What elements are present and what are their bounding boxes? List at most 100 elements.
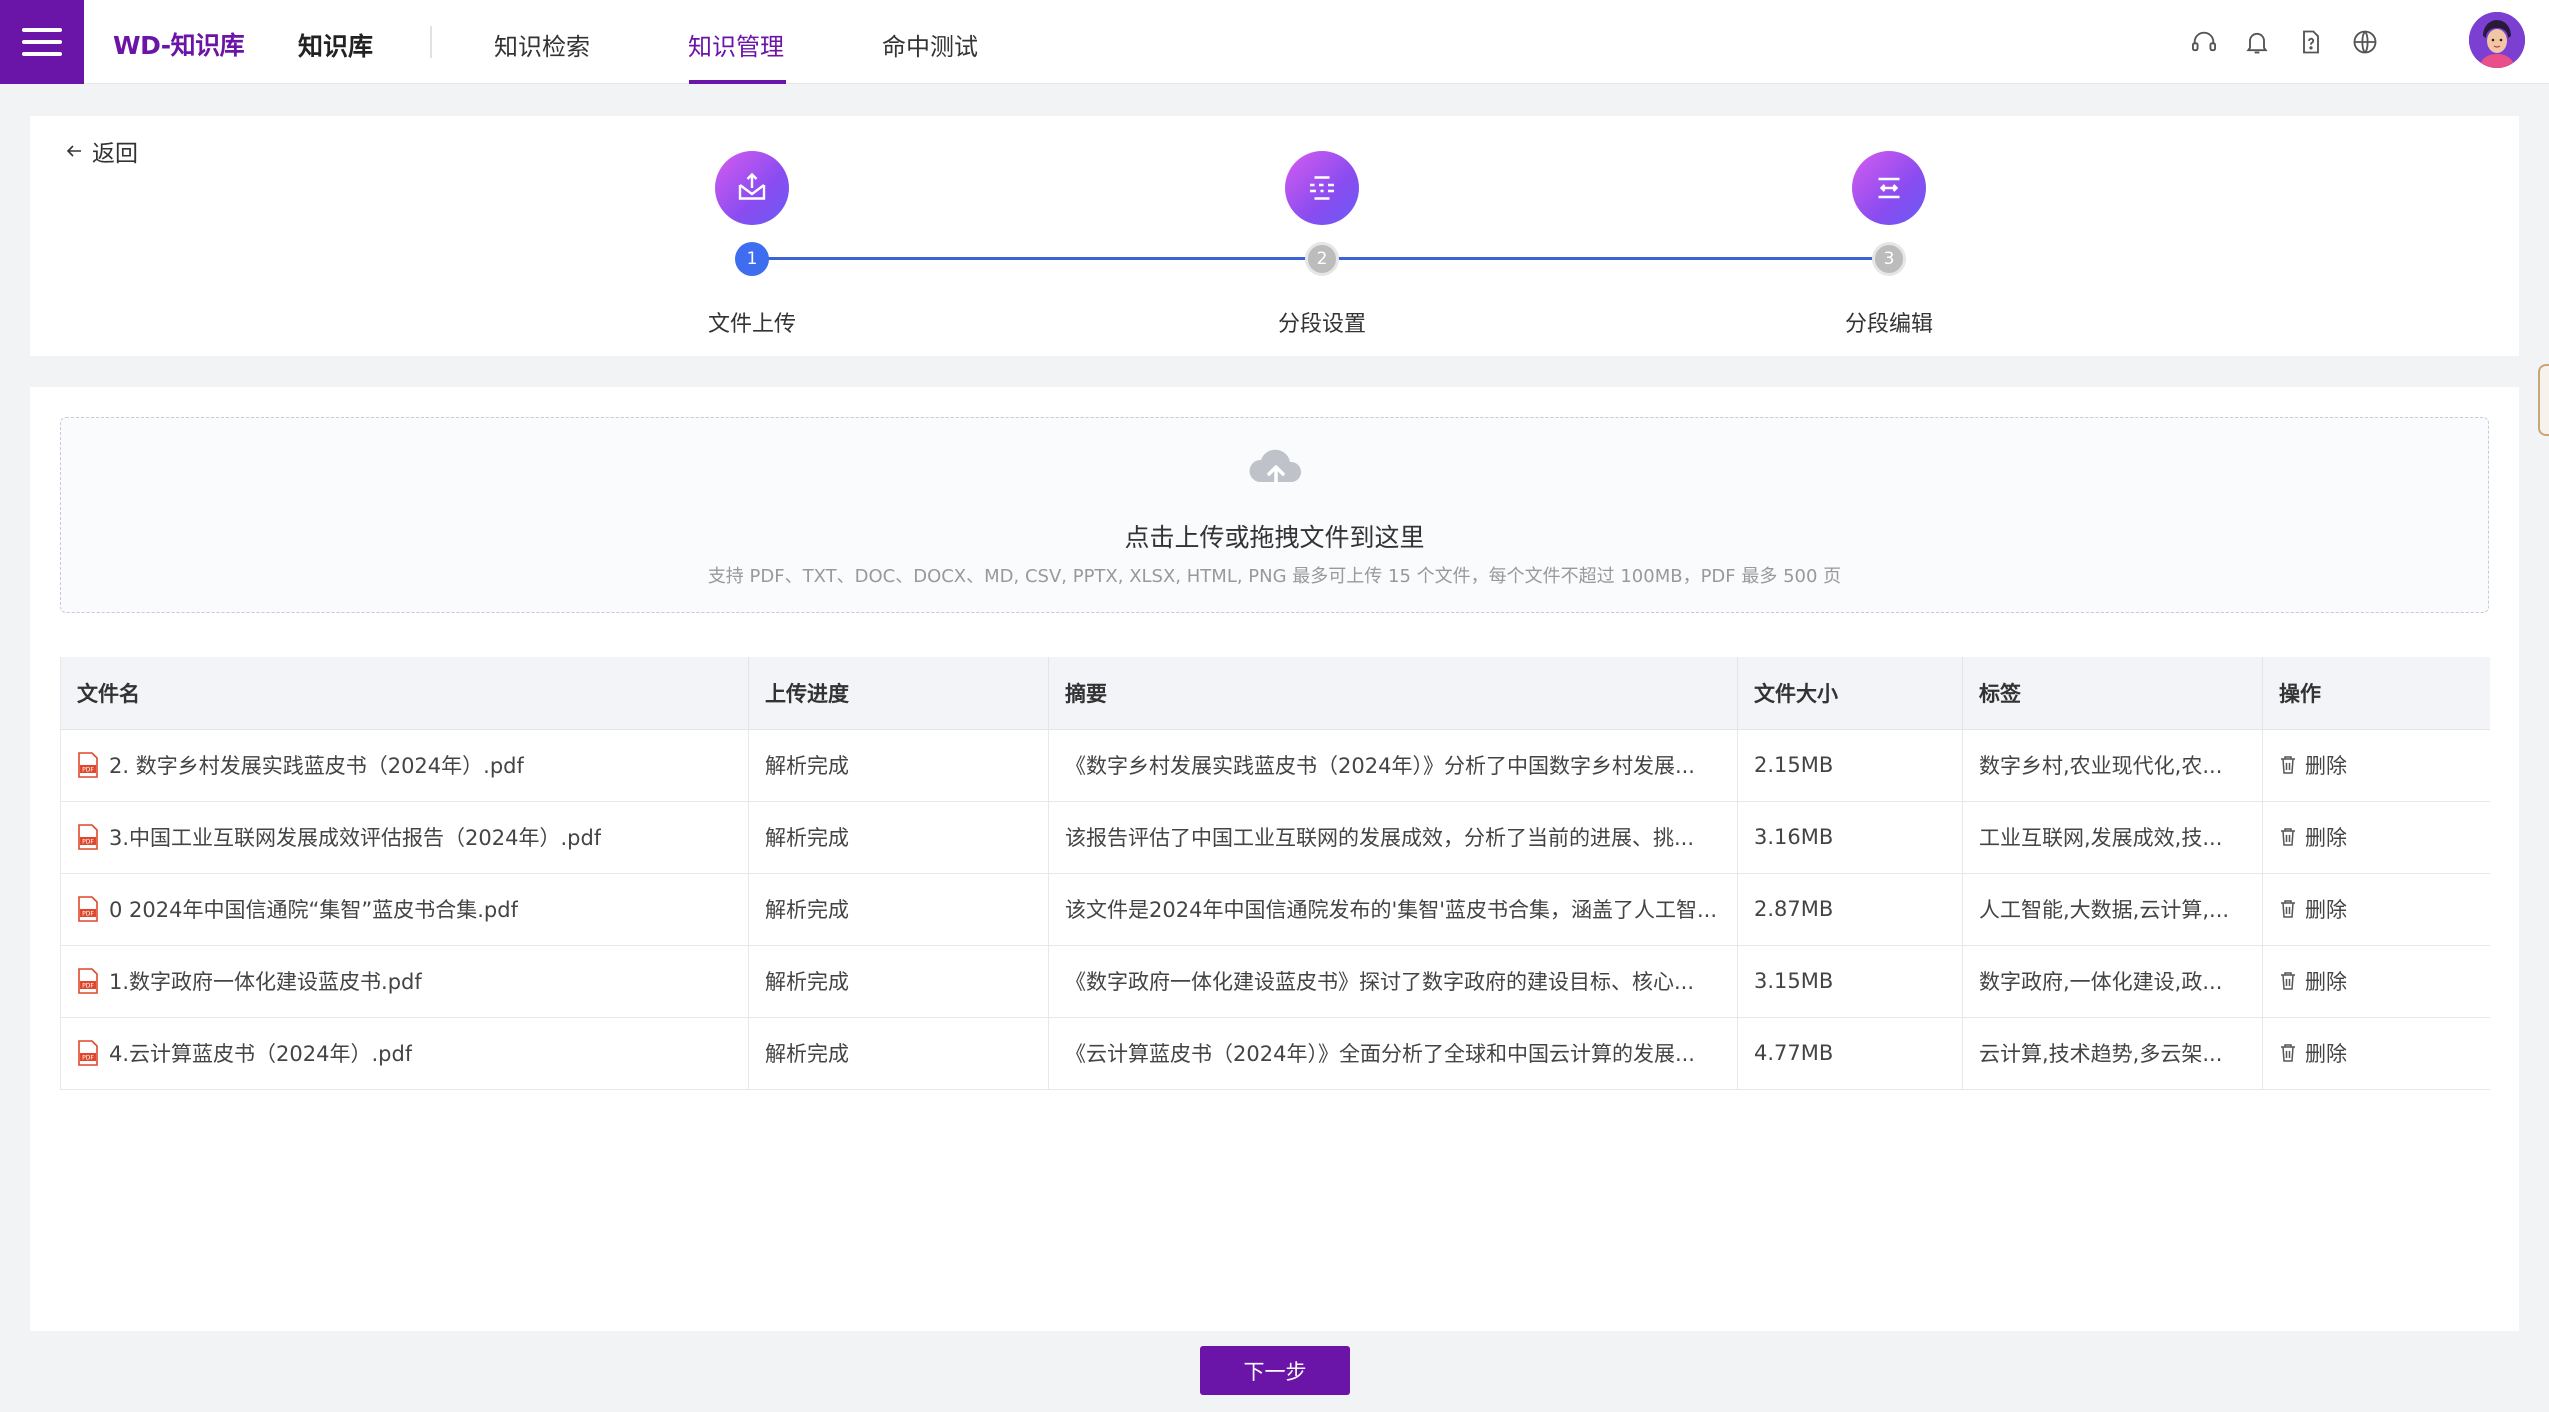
app-name: 知识库	[298, 32, 374, 61]
file-name: 2. 数字乡村发展实践蓝皮书（2024年）.pdf	[109, 754, 524, 778]
step-connector-1-2	[765, 257, 1335, 260]
table-row: PDF 1.数字政府一体化建设蓝皮书.pdf 解析完成 《数字政府一体化建设蓝皮…	[60, 945, 2490, 1018]
tags-cell: 数字乡村,农业现代化,农...	[1962, 729, 2263, 802]
action-cell: 删除	[2262, 873, 2490, 946]
progress-cell: 解析完成	[748, 729, 1049, 802]
summary-cell: 《数字乡村发展实践蓝皮书（2024年）》分析了中国数字乡村发展...	[1048, 729, 1738, 802]
trash-icon	[2281, 900, 2295, 918]
nav-knowledge-management[interactable]: 知识管理	[688, 27, 784, 62]
delete-button[interactable]: 删除	[2279, 966, 2347, 996]
arrow-left-icon	[66, 145, 81, 157]
header-divider	[430, 26, 432, 58]
summary-cell: 该报告评估了中国工业互联网的发展成效，分析了当前的进展、挑...	[1048, 801, 1738, 874]
size-cell: 4.77MB	[1737, 1017, 1963, 1090]
step-connector-2-3	[1335, 257, 1902, 260]
globe-icon[interactable]	[2351, 28, 2379, 56]
size-cell: 2.87MB	[1737, 873, 1963, 946]
action-cell: 删除	[2262, 945, 2490, 1018]
delete-button[interactable]: 删除	[2279, 894, 2347, 924]
delete-label: 删除	[2305, 754, 2347, 778]
upload-title: 点击上传或拖拽文件到这里	[1124, 523, 1425, 552]
table-row: PDF 0 2024年中国信通院“集智”蓝皮书合集.pdf 解析完成 该文件是2…	[60, 873, 2490, 946]
segment-edit-icon	[1852, 151, 1926, 225]
file-name-cell: PDF 0 2024年中国信通院“集智”蓝皮书合集.pdf	[60, 873, 749, 946]
size-cell: 3.16MB	[1737, 801, 1963, 874]
tags-cell: 人工智能,大数据,云计算,...	[1962, 873, 2263, 946]
step-label-segment-edit: 分段编辑	[1844, 312, 1933, 337]
trash-icon	[2281, 1044, 2295, 1062]
svg-text:PDF: PDF	[82, 1055, 94, 1062]
file-name-cell: PDF 1.数字政府一体化建设蓝皮书.pdf	[60, 945, 749, 1018]
pdf-file-icon: PDF	[78, 752, 98, 778]
delete-button[interactable]: 删除	[2279, 822, 2347, 852]
progress-cell: 解析完成	[748, 1017, 1049, 1090]
svg-text:PDF: PDF	[82, 983, 94, 990]
nav-hit-test[interactable]: 命中测试	[882, 27, 978, 62]
upload-dropzone[interactable]: 点击上传或拖拽文件到这里 支持 PDF、TXT、DOC、DOCX、MD, CSV…	[60, 417, 2489, 613]
svg-text:PDF: PDF	[82, 911, 94, 918]
user-avatar[interactable]	[2469, 12, 2525, 68]
table-row: PDF 3.中国工业互联网发展成效评估报告（2024年）.pdf 解析完成 该报…	[60, 801, 2490, 874]
step-label-upload: 文件上传	[707, 312, 796, 337]
pdf-file-icon: PDF	[78, 968, 98, 994]
action-cell: 删除	[2262, 729, 2490, 802]
step-label-segment-settings: 分段设置	[1277, 312, 1366, 337]
col-header-actions: 操作	[2262, 657, 2490, 730]
back-link[interactable]: 返回	[64, 134, 138, 168]
pdf-file-icon: PDF	[78, 1040, 98, 1066]
delete-label: 删除	[2305, 898, 2347, 922]
steps-panel: 返回 1 2 3 文件上传 分段设置 分段编辑	[30, 116, 2519, 356]
cloud-upload-icon	[1249, 449, 1302, 486]
file-name-cell: PDF 3.中国工业互联网发展成效评估报告（2024年）.pdf	[60, 801, 749, 874]
action-cell: 删除	[2262, 801, 2490, 874]
size-cell: 2.15MB	[1737, 729, 1963, 802]
logo: WD-知识库	[113, 31, 245, 60]
summary-cell: 《数字政府一体化建设蓝皮书》探讨了数字政府的建设目标、核心...	[1048, 945, 1738, 1018]
help-doc-icon[interactable]	[2297, 28, 2325, 56]
tags-cell: 工业互联网,发展成效,技...	[1962, 801, 2263, 874]
back-label: 返回	[92, 141, 138, 167]
step-dot-3: 3	[1872, 242, 1906, 276]
file-name: 4.云计算蓝皮书（2024年）.pdf	[109, 1042, 413, 1066]
delete-button[interactable]: 删除	[2279, 1038, 2347, 1068]
delete-label: 删除	[2305, 970, 2347, 994]
step-dot-1: 1	[735, 242, 769, 276]
segment-settings-icon	[1285, 151, 1359, 225]
tags-cell: 数字政府,一体化建设,政...	[1962, 945, 2263, 1018]
size-cell: 3.15MB	[1737, 945, 1963, 1018]
delete-label: 删除	[2305, 1042, 2347, 1066]
trash-icon	[2281, 972, 2295, 990]
upload-hint: 支持 PDF、TXT、DOC、DOCX、MD, CSV, PPTX, XLSX,…	[707, 566, 1842, 587]
summary-cell: 该文件是2024年中国信通院发布的'集智'蓝皮书合集，涵盖了人工智...	[1048, 873, 1738, 946]
progress-cell: 解析完成	[748, 873, 1049, 946]
file-table: 文件名 上传进度 摘要 文件大小 标签 操作 PDF 2. 数字乡村发展实践蓝皮…	[60, 657, 2490, 1090]
upload-step-icon	[715, 151, 789, 225]
main-panel: 点击上传或拖拽文件到这里 支持 PDF、TXT、DOC、DOCX、MD, CSV…	[30, 387, 2519, 1331]
top-navbar: WD-知识库 知识库 知识检索 知识管理 命中测试	[0, 0, 2549, 84]
svg-text:PDF: PDF	[82, 767, 94, 774]
file-name: 3.中国工业互联网发展成效评估报告（2024年）.pdf	[109, 826, 602, 850]
col-header-summary: 摘要	[1048, 657, 1738, 730]
delete-button[interactable]: 删除	[2279, 750, 2347, 780]
svg-text:PDF: PDF	[82, 839, 94, 846]
bell-icon[interactable]	[2243, 28, 2271, 56]
nav-active-indicator	[689, 80, 786, 84]
trash-icon	[2281, 756, 2295, 774]
delete-label: 删除	[2305, 826, 2347, 850]
step-dot-2: 2	[1305, 242, 1339, 276]
col-header-filename: 文件名	[60, 657, 749, 730]
pdf-file-icon: PDF	[78, 896, 98, 922]
nav-knowledge-search[interactable]: 知识检索	[494, 27, 590, 62]
headset-icon[interactable]	[2190, 28, 2218, 56]
next-step-button[interactable]: 下一步	[1200, 1346, 1350, 1395]
side-scroll-handle[interactable]	[2538, 364, 2549, 436]
hamburger-menu-button[interactable]	[0, 0, 84, 84]
col-header-size: 文件大小	[1737, 657, 1963, 730]
file-name-cell: PDF 4.云计算蓝皮书（2024年）.pdf	[60, 1017, 749, 1090]
col-header-tags: 标签	[1962, 657, 2263, 730]
table-row: PDF 2. 数字乡村发展实践蓝皮书（2024年）.pdf 解析完成 《数字乡村…	[60, 729, 2490, 802]
col-header-progress: 上传进度	[748, 657, 1049, 730]
tags-cell: 云计算,技术趋势,多云架...	[1962, 1017, 2263, 1090]
summary-cell: 《云计算蓝皮书（2024年）》全面分析了全球和中国云计算的发展...	[1048, 1017, 1738, 1090]
action-cell: 删除	[2262, 1017, 2490, 1090]
